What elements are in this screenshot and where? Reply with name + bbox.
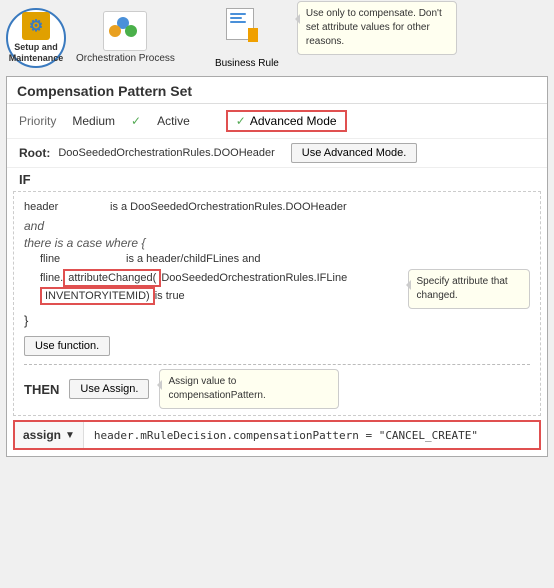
assign-value-display: header.mRuleDecision.compensationPattern… (84, 425, 539, 446)
biz-rule-tooltip-text: Use only to compensate. Don't set attrib… (306, 8, 442, 47)
and-text: and (24, 219, 44, 233)
inventory-item-span: INVENTORYITEMID) (40, 287, 155, 305)
rule-line-close: } (24, 313, 530, 328)
is-a-text: is a DooSeededOrchestrationRules.DOOHead… (110, 201, 347, 213)
is-childlines-text: is a header/childFLines and (126, 253, 261, 265)
then-row: THEN Use Assign. Assign value to compens… (24, 369, 530, 409)
active-label: Active (157, 114, 190, 128)
priority-value: Medium (72, 114, 115, 128)
panel-title: Compensation Pattern Set (7, 77, 547, 104)
assign-label-text: assign (23, 428, 61, 442)
root-label: Root: (19, 146, 50, 160)
assign-dropdown-arrow: ▼ (65, 430, 75, 441)
is-true-text: is true (155, 290, 185, 302)
if-section: IF (7, 168, 547, 187)
main-panel: Compensation Pattern Set Priority Medium… (6, 76, 548, 457)
rule-line-header: header is a DooSeededOrchestrationRules.… (24, 201, 530, 213)
fline-attr-line: fline. attributeChanged( DooSeededOrches… (40, 269, 390, 305)
business-rule-icon (222, 6, 258, 42)
orchestration-circles-icon (109, 17, 141, 45)
biz-rule-tooltip: Use only to compensate. Don't set attrib… (297, 1, 457, 55)
use-function-button[interactable]: Use function. (24, 336, 110, 356)
orchestration-nav[interactable]: Orchestration Process (76, 11, 175, 65)
header-text: header (24, 201, 104, 213)
rule-body: header is a DooSeededOrchestrationRules.… (13, 191, 541, 416)
rule-line-fline: fline is a header/childFLines and (40, 253, 530, 265)
fline-text: fline (40, 253, 120, 265)
use-advanced-mode-button[interactable]: Use Advanced Mode. (291, 143, 418, 163)
page-container: ⚙ Setup and Maintenance Orchestration Pr… (0, 0, 554, 463)
business-rule-label: Business Rule (215, 58, 279, 70)
rule-line-and: and (24, 219, 530, 233)
specify-attr-text: Specify attribute that changed. (417, 276, 508, 301)
priority-row: Priority Medium ✓ Active ✓ Advanced Mode (7, 104, 547, 139)
assign-label-box[interactable]: assign ▼ (15, 422, 84, 448)
setup-label: Setup and Maintenance (8, 42, 64, 64)
fline-attr-row: fline. attributeChanged( DooSeededOrches… (40, 269, 530, 309)
attr-changed-span: attributeChanged( (63, 269, 161, 287)
advanced-mode-box: ✓ Advanced Mode (226, 110, 347, 132)
divider (24, 364, 530, 365)
use-assign-button[interactable]: Use Assign. (69, 379, 149, 399)
priority-label: Priority (19, 114, 56, 128)
use-function-row: Use function. (24, 332, 530, 360)
doo-class-text: DooSeededOrchestrationRules.IFLine (161, 272, 347, 284)
fline-pre-text: fline. (40, 272, 63, 284)
root-value: DooSeededOrchestrationRules.DOOHeader (58, 147, 274, 159)
advanced-label: Advanced Mode (250, 114, 337, 128)
there-case-text: there is a case where { (24, 236, 145, 250)
advanced-check: ✓ (236, 114, 246, 128)
top-nav: ⚙ Setup and Maintenance Orchestration Pr… (6, 6, 548, 70)
setup-maintenance-icon[interactable]: ⚙ Setup and Maintenance (6, 8, 66, 68)
business-rule-nav[interactable]: Business Rule (215, 6, 279, 70)
assign-value-tooltip: Assign value to compensationPattern. (159, 369, 339, 409)
if-label: IF (19, 172, 535, 187)
close-brace: } (24, 313, 28, 328)
rule-line-case: there is a case where { (24, 236, 530, 250)
bottom-assign-bar: assign ▼ header.mRuleDecision.compensati… (13, 420, 541, 450)
gear-icon: ⚙ (29, 16, 43, 36)
specify-attr-tooltip: Specify attribute that changed. (408, 269, 530, 309)
assign-tooltip-text: Assign value to compensationPattern. (168, 376, 265, 401)
then-label: THEN (24, 382, 59, 397)
root-row: Root: DooSeededOrchestrationRules.DOOHea… (7, 139, 547, 168)
orchestration-label: Orchestration Process (76, 53, 175, 65)
active-check: ✓ (131, 114, 141, 128)
